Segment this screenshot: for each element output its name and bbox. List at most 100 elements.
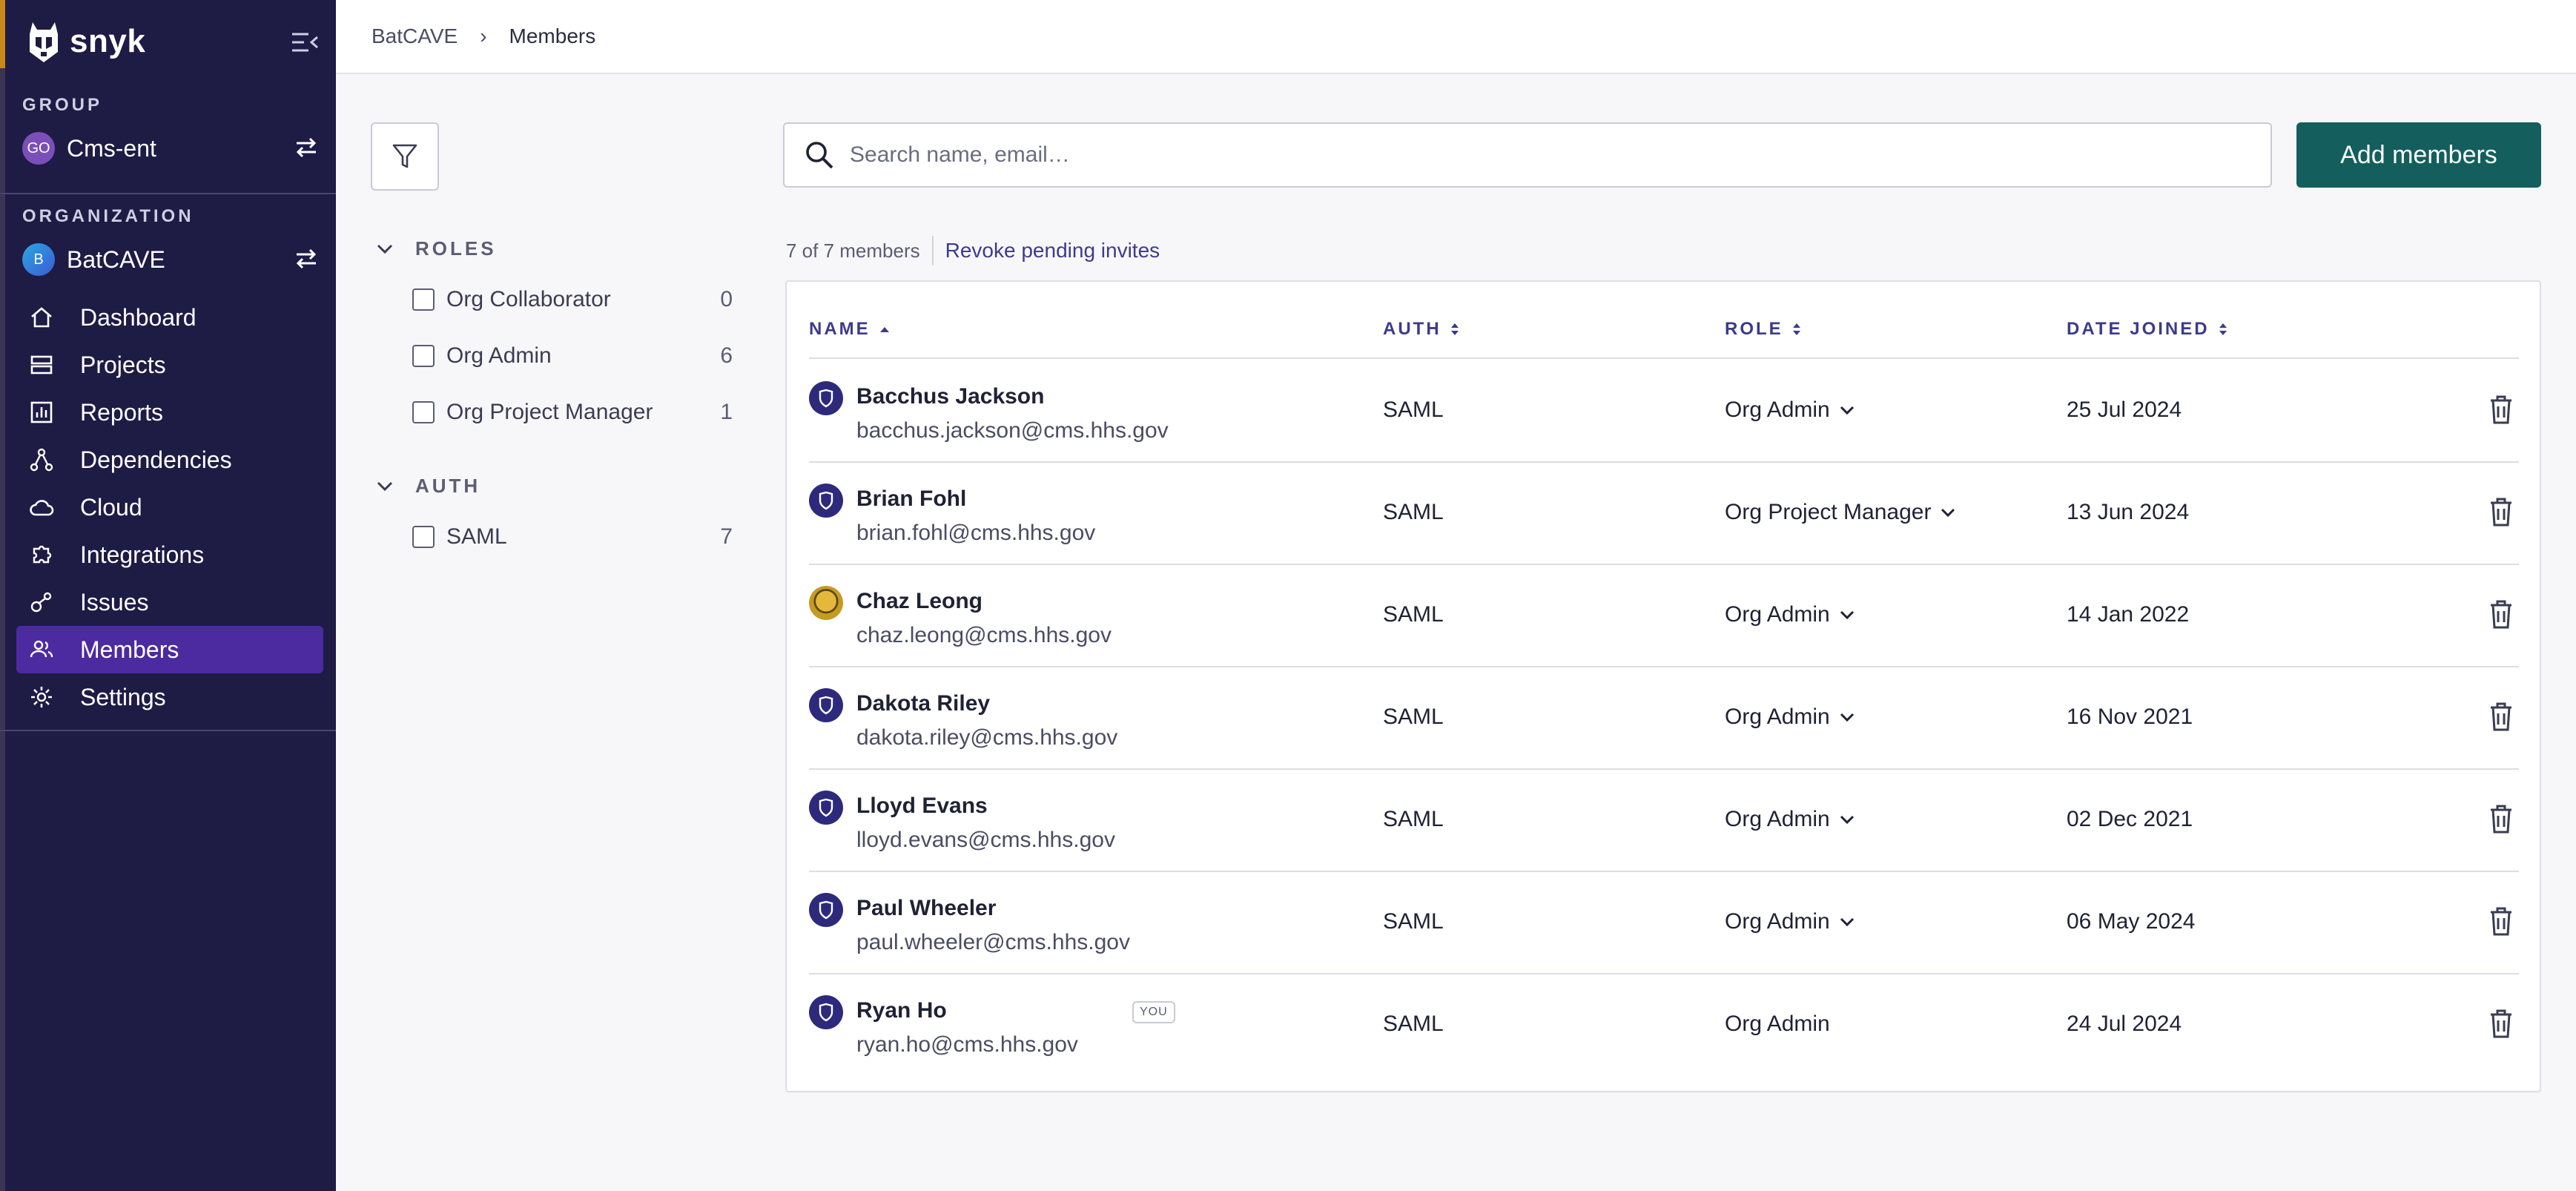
you-badge: YOU <box>1132 1001 1175 1023</box>
member-email: dakota.riley@cms.hhs.gov <box>856 725 1118 750</box>
member-name: Lloyd Evans <box>856 794 988 818</box>
roles-filter-heading[interactable]: ROLES <box>377 237 497 260</box>
sidebar-item-reports[interactable]: Reports <box>16 389 323 436</box>
member-date-joined: 24 Jul 2024 <box>2067 1012 2182 1036</box>
sidebar-item-dashboard[interactable]: Dashboard <box>16 294 323 341</box>
member-email: ryan.ho@cms.hhs.gov <box>856 1032 1078 1057</box>
checkbox[interactable] <box>412 288 435 311</box>
sidebar-item-cloud[interactable]: Cloud <box>16 484 323 531</box>
member-auth: SAML <box>1383 500 1444 524</box>
dependencies-icon <box>30 448 53 472</box>
checkbox[interactable] <box>412 526 435 548</box>
column-header-role: ROLE <box>1725 319 1783 339</box>
snyk-logo[interactable]: snyk <box>27 19 145 64</box>
sort-by-auth[interactable]: AUTH <box>1383 319 1459 340</box>
member-date-joined: 02 Dec 2021 <box>2067 807 2193 831</box>
table-row: Chaz Leong chaz.leong@cms.hhs.gov SAML O… <box>809 565 2519 667</box>
delete-member-icon[interactable] <box>2486 700 2516 733</box>
switch-org-icon[interactable] <box>294 248 319 270</box>
brand-name: snyk <box>70 23 146 59</box>
member-auth: SAML <box>1383 397 1444 422</box>
breadcrumb-current: Members <box>509 24 596 47</box>
chevron-right-icon: › <box>480 24 487 47</box>
group-avatar: GO <box>22 132 55 165</box>
role-dropdown[interactable]: Org Admin <box>1725 909 1855 934</box>
filter-option-count: 0 <box>720 287 733 311</box>
filter-option-org-collaborator[interactable]: Org Collaborator 0 <box>412 285 733 314</box>
filter-option-saml[interactable]: SAML 7 <box>412 522 733 552</box>
shield-icon <box>819 389 833 408</box>
breadcrumb-org-link[interactable]: BatCAVE <box>371 24 458 48</box>
role-dropdown[interactable]: Org Project Manager <box>1725 500 1956 525</box>
sidebar-item-dependencies[interactable]: Dependencies <box>16 436 323 484</box>
sidebar-item-projects[interactable]: Projects <box>16 341 323 389</box>
delete-member-icon[interactable] <box>2486 598 2516 630</box>
org-switcher[interactable]: B BatCAVE <box>22 240 319 279</box>
collapse-sidebar-icon[interactable] <box>291 31 319 53</box>
filter-option-org-admin[interactable]: Org Admin 6 <box>412 341 733 371</box>
search-input[interactable] <box>850 142 2259 168</box>
delete-member-icon[interactable] <box>2486 495 2516 528</box>
group-heading: GROUP <box>22 95 103 115</box>
role-value: Org Admin <box>1725 909 1830 934</box>
member-auth: SAML <box>1383 807 1444 831</box>
sort-by-date-joined[interactable]: DATE JOINED <box>2067 319 2227 340</box>
chevron-down-icon <box>1840 917 1854 927</box>
delete-member-icon[interactable] <box>2486 1007 2516 1040</box>
sidebar-item-settings[interactable]: Settings <box>16 673 323 721</box>
sidebar-item-members[interactable]: Members <box>16 626 323 673</box>
breadcrumb: BatCAVE › Members <box>336 0 2576 74</box>
checkbox[interactable] <box>412 401 435 423</box>
member-auth: SAML <box>1383 909 1444 934</box>
filter-toggle-button[interactable] <box>371 122 439 191</box>
delete-member-icon[interactable] <box>2486 802 2516 835</box>
chevron-down-icon <box>377 481 393 491</box>
table-row: Brian Fohl brian.fohl@cms.hhs.gov SAML O… <box>809 463 2519 565</box>
members-table: NAME AUTH ROLE DATE JOINED Bacchus Jacks… <box>785 280 2541 1092</box>
sort-by-name[interactable]: NAME <box>809 319 890 340</box>
delete-member-icon[interactable] <box>2486 905 2516 937</box>
sidebar-item-label: Projects <box>80 351 166 378</box>
filter-option-org-project-manager[interactable]: Org Project Manager 1 <box>412 397 733 427</box>
sidebar-item-label: Settings <box>80 683 166 710</box>
issues-icon <box>30 592 52 613</box>
member-name: Bacchus Jackson <box>856 384 1045 409</box>
shield-icon <box>819 491 833 510</box>
integrations-icon <box>33 545 52 564</box>
add-members-button[interactable]: Add members <box>2296 122 2541 188</box>
member-date-joined: 14 Jan 2022 <box>2067 602 2190 627</box>
home-icon <box>31 307 52 328</box>
table-row: Paul Wheeler paul.wheeler@cms.hhs.gov SA… <box>809 872 2519 974</box>
search-box <box>783 122 2272 188</box>
sidebar-item-label: Cloud <box>80 493 142 521</box>
role-dropdown[interactable]: Org Admin <box>1725 602 1855 627</box>
sort-by-role[interactable]: ROLE <box>1725 319 1801 340</box>
saml-shield-avatar <box>809 893 843 927</box>
member-auth: SAML <box>1383 705 1444 729</box>
auth-filter-heading[interactable]: AUTH <box>377 475 480 498</box>
role-dropdown[interactable]: Org Admin <box>1725 807 1855 832</box>
role-value-static: Org Admin <box>1725 1012 1830 1037</box>
chevron-down-icon <box>1840 713 1854 722</box>
member-name: Paul Wheeler <box>856 896 997 920</box>
member-date-joined: 13 Jun 2024 <box>2067 500 2190 524</box>
member-name: Chaz Leong <box>856 589 982 613</box>
saml-shield-avatar <box>809 381 843 415</box>
role-dropdown[interactable]: Org Admin <box>1725 705 1855 730</box>
sidebar-item-issues[interactable]: Issues <box>16 578 323 626</box>
chevron-down-icon <box>1941 508 1955 518</box>
members-icon <box>30 640 53 658</box>
sidebar-item-label: Issues <box>80 588 149 616</box>
delete-member-icon[interactable] <box>2486 393 2516 426</box>
role-dropdown[interactable]: Org Admin <box>1725 397 1855 423</box>
gear-icon <box>31 687 52 707</box>
switch-group-icon[interactable] <box>294 136 319 159</box>
sort-icon <box>1792 323 1800 335</box>
filter-option-count: 7 <box>720 524 733 549</box>
checkbox[interactable] <box>412 345 435 367</box>
member-name: Ryan Ho <box>856 998 947 1023</box>
sort-ascending-icon <box>879 327 889 332</box>
sidebar-item-integrations[interactable]: Integrations <box>16 531 323 578</box>
group-switcher[interactable]: GO Cms-ent <box>22 129 319 168</box>
revoke-pending-invites-link[interactable]: Revoke pending invites <box>945 239 1160 263</box>
